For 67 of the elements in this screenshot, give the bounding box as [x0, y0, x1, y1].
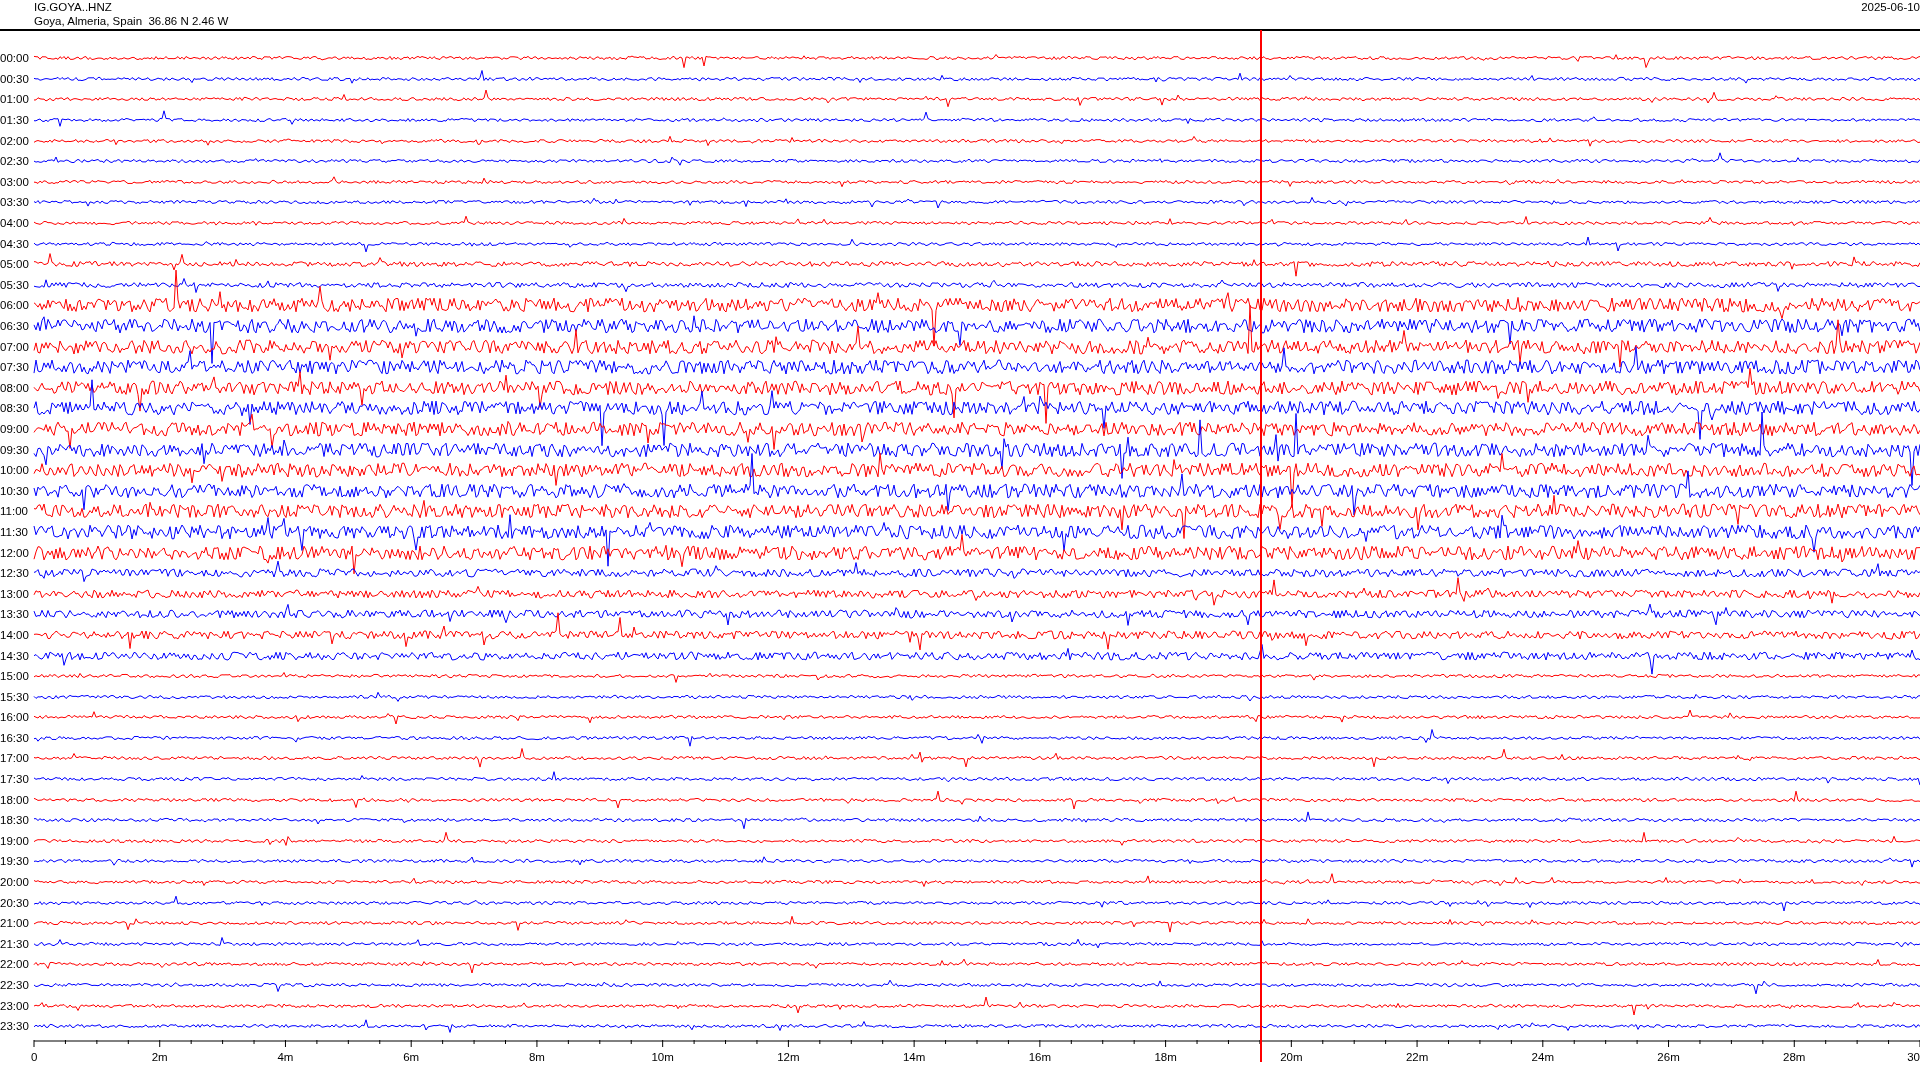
time-label: 13:00 — [0, 587, 30, 600]
time-label: 10:00 — [0, 464, 30, 477]
time-label: 18:30 — [0, 814, 30, 827]
time-label: 22:00 — [0, 958, 30, 971]
time-label: 06:30 — [0, 320, 30, 332]
axis-label: 0 — [31, 1050, 38, 1063]
time-label: 17:30 — [0, 773, 30, 786]
time-label: 17:00 — [0, 752, 30, 765]
axis-label: 4m — [277, 1050, 294, 1063]
time-label: 18:00 — [0, 793, 30, 806]
axis-label: 6m — [403, 1050, 420, 1063]
time-label: 15:00 — [0, 670, 30, 683]
time-label: 22:30 — [0, 979, 30, 991]
station-location: Goya, Almeria, Spain 36.86 N 2.46 W — [34, 14, 229, 28]
time-label: 16:00 — [0, 711, 30, 724]
axis-label: 18m — [1154, 1050, 1177, 1063]
time-label: 13:30 — [0, 608, 30, 621]
time-label: 12:30 — [0, 567, 30, 580]
time-label: 08:30 — [0, 402, 30, 415]
time-label: 03:30 — [0, 196, 30, 209]
axis-label: 24m — [1531, 1050, 1554, 1063]
axis-label: 2m — [151, 1050, 168, 1063]
axis-label: 30 — [1907, 1050, 1920, 1063]
time-label: 14:30 — [0, 649, 30, 662]
axis-label: 22m — [1405, 1050, 1429, 1063]
time-label: 02:30 — [0, 155, 30, 168]
time-label: 10:30 — [0, 484, 30, 497]
axis-label: 26m — [1657, 1050, 1680, 1063]
time-label: 11:00 — [0, 505, 29, 518]
axis-label: 28m — [1783, 1050, 1806, 1063]
time-label: 02:00 — [0, 134, 30, 147]
axis-label: 20m — [1280, 1050, 1303, 1063]
time-label: 01:00 — [0, 93, 30, 106]
time-label: 01:30 — [0, 114, 30, 127]
time-label: 04:30 — [0, 237, 30, 250]
time-label: 14:00 — [0, 628, 30, 641]
time-label: 21:00 — [0, 917, 30, 930]
axis-label: 16m — [1028, 1050, 1052, 1063]
time-label: 21:30 — [0, 937, 30, 950]
axis-label: 10m — [651, 1050, 674, 1063]
time-label: 08:00 — [0, 381, 30, 394]
time-label: 20:00 — [0, 876, 30, 889]
time-label: 20:30 — [0, 896, 30, 909]
time-label: 00:30 — [0, 72, 30, 85]
axis-label: 12m — [777, 1050, 800, 1063]
time-label: 07:00 — [0, 340, 30, 353]
time-label: 23:30 — [0, 1020, 30, 1033]
station-code: IG.GOYA..HNZ — [34, 0, 113, 14]
time-label: 06:00 — [0, 299, 30, 312]
time-label: 19:30 — [0, 855, 30, 868]
time-label: 23:00 — [0, 999, 30, 1012]
axis-label: 14m — [902, 1050, 926, 1063]
time-label: 05:30 — [0, 278, 30, 291]
date-label: 2025-06-10 — [1861, 0, 1920, 15]
time-label: 16:30 — [0, 731, 30, 744]
time-label: 09:00 — [0, 423, 30, 435]
time-label: 07:30 — [0, 361, 30, 374]
time-label: 00:00 — [0, 52, 30, 65]
time-label: 12:00 — [0, 546, 30, 559]
axis-label: 8m — [528, 1050, 545, 1063]
time-label: 04:00 — [0, 217, 30, 230]
time-label: 03:00 — [0, 175, 30, 188]
time-label: 11:30 — [0, 525, 29, 538]
time-label: 19:00 — [0, 834, 30, 847]
time-label: 09:30 — [0, 443, 30, 456]
time-label: 05:00 — [0, 258, 30, 271]
time-label: 15:30 — [0, 690, 30, 703]
